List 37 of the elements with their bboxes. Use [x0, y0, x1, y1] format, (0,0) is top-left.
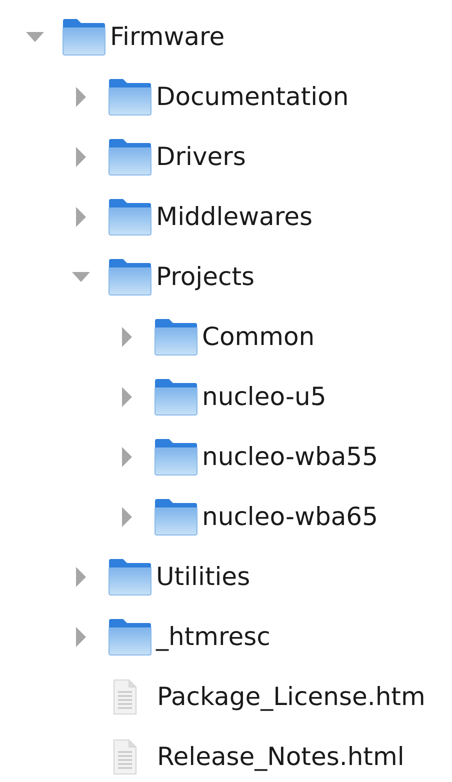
tree-item-label[interactable]: _htmresc — [156, 621, 270, 653]
tree-item-label[interactable]: nucleo-u5 — [202, 381, 326, 413]
tree-item-label[interactable]: Projects — [156, 261, 255, 293]
expand-arrow-icon[interactable] — [121, 386, 133, 408]
folder-icon — [154, 498, 198, 536]
folder-icon — [108, 618, 152, 656]
folder-icon — [108, 558, 152, 596]
document-icon — [113, 739, 137, 775]
tree-item-label[interactable]: Release_Notes.html — [157, 741, 404, 773]
tree-item-label[interactable]: Middlewares — [156, 201, 312, 233]
expand-arrow-icon[interactable] — [75, 146, 87, 168]
expand-arrow-icon[interactable] — [121, 446, 133, 468]
expand-arrow-icon[interactable] — [75, 566, 87, 588]
folder-icon — [154, 378, 198, 416]
folder-icon — [108, 198, 152, 236]
tree-item-label[interactable]: Firmware — [110, 21, 225, 53]
tree-item-label[interactable]: nucleo-wba65 — [202, 501, 378, 533]
tree-item-label[interactable]: nucleo-wba55 — [202, 441, 378, 473]
folder-icon — [108, 78, 152, 116]
collapse-arrow-icon[interactable] — [25, 31, 45, 43]
expand-arrow-icon[interactable] — [75, 86, 87, 108]
expand-arrow-icon[interactable] — [121, 326, 133, 348]
expand-arrow-icon[interactable] — [75, 206, 87, 228]
tree-item-label[interactable]: Documentation — [156, 81, 349, 113]
folder-icon — [154, 438, 198, 476]
expand-arrow-icon[interactable] — [121, 506, 133, 528]
tree-item-label[interactable]: Package_License.htm — [157, 681, 426, 713]
tree-item-label[interactable]: Utilities — [156, 561, 250, 593]
folder-icon — [62, 18, 106, 56]
collapse-arrow-icon[interactable] — [71, 271, 91, 283]
expand-arrow-icon[interactable] — [75, 626, 87, 648]
folder-icon — [108, 258, 152, 296]
tree-item-label[interactable]: Common — [202, 321, 315, 353]
tree-item-label[interactable]: Drivers — [156, 141, 246, 173]
document-icon — [113, 679, 137, 715]
folder-icon — [108, 138, 152, 176]
folder-icon — [154, 318, 198, 356]
